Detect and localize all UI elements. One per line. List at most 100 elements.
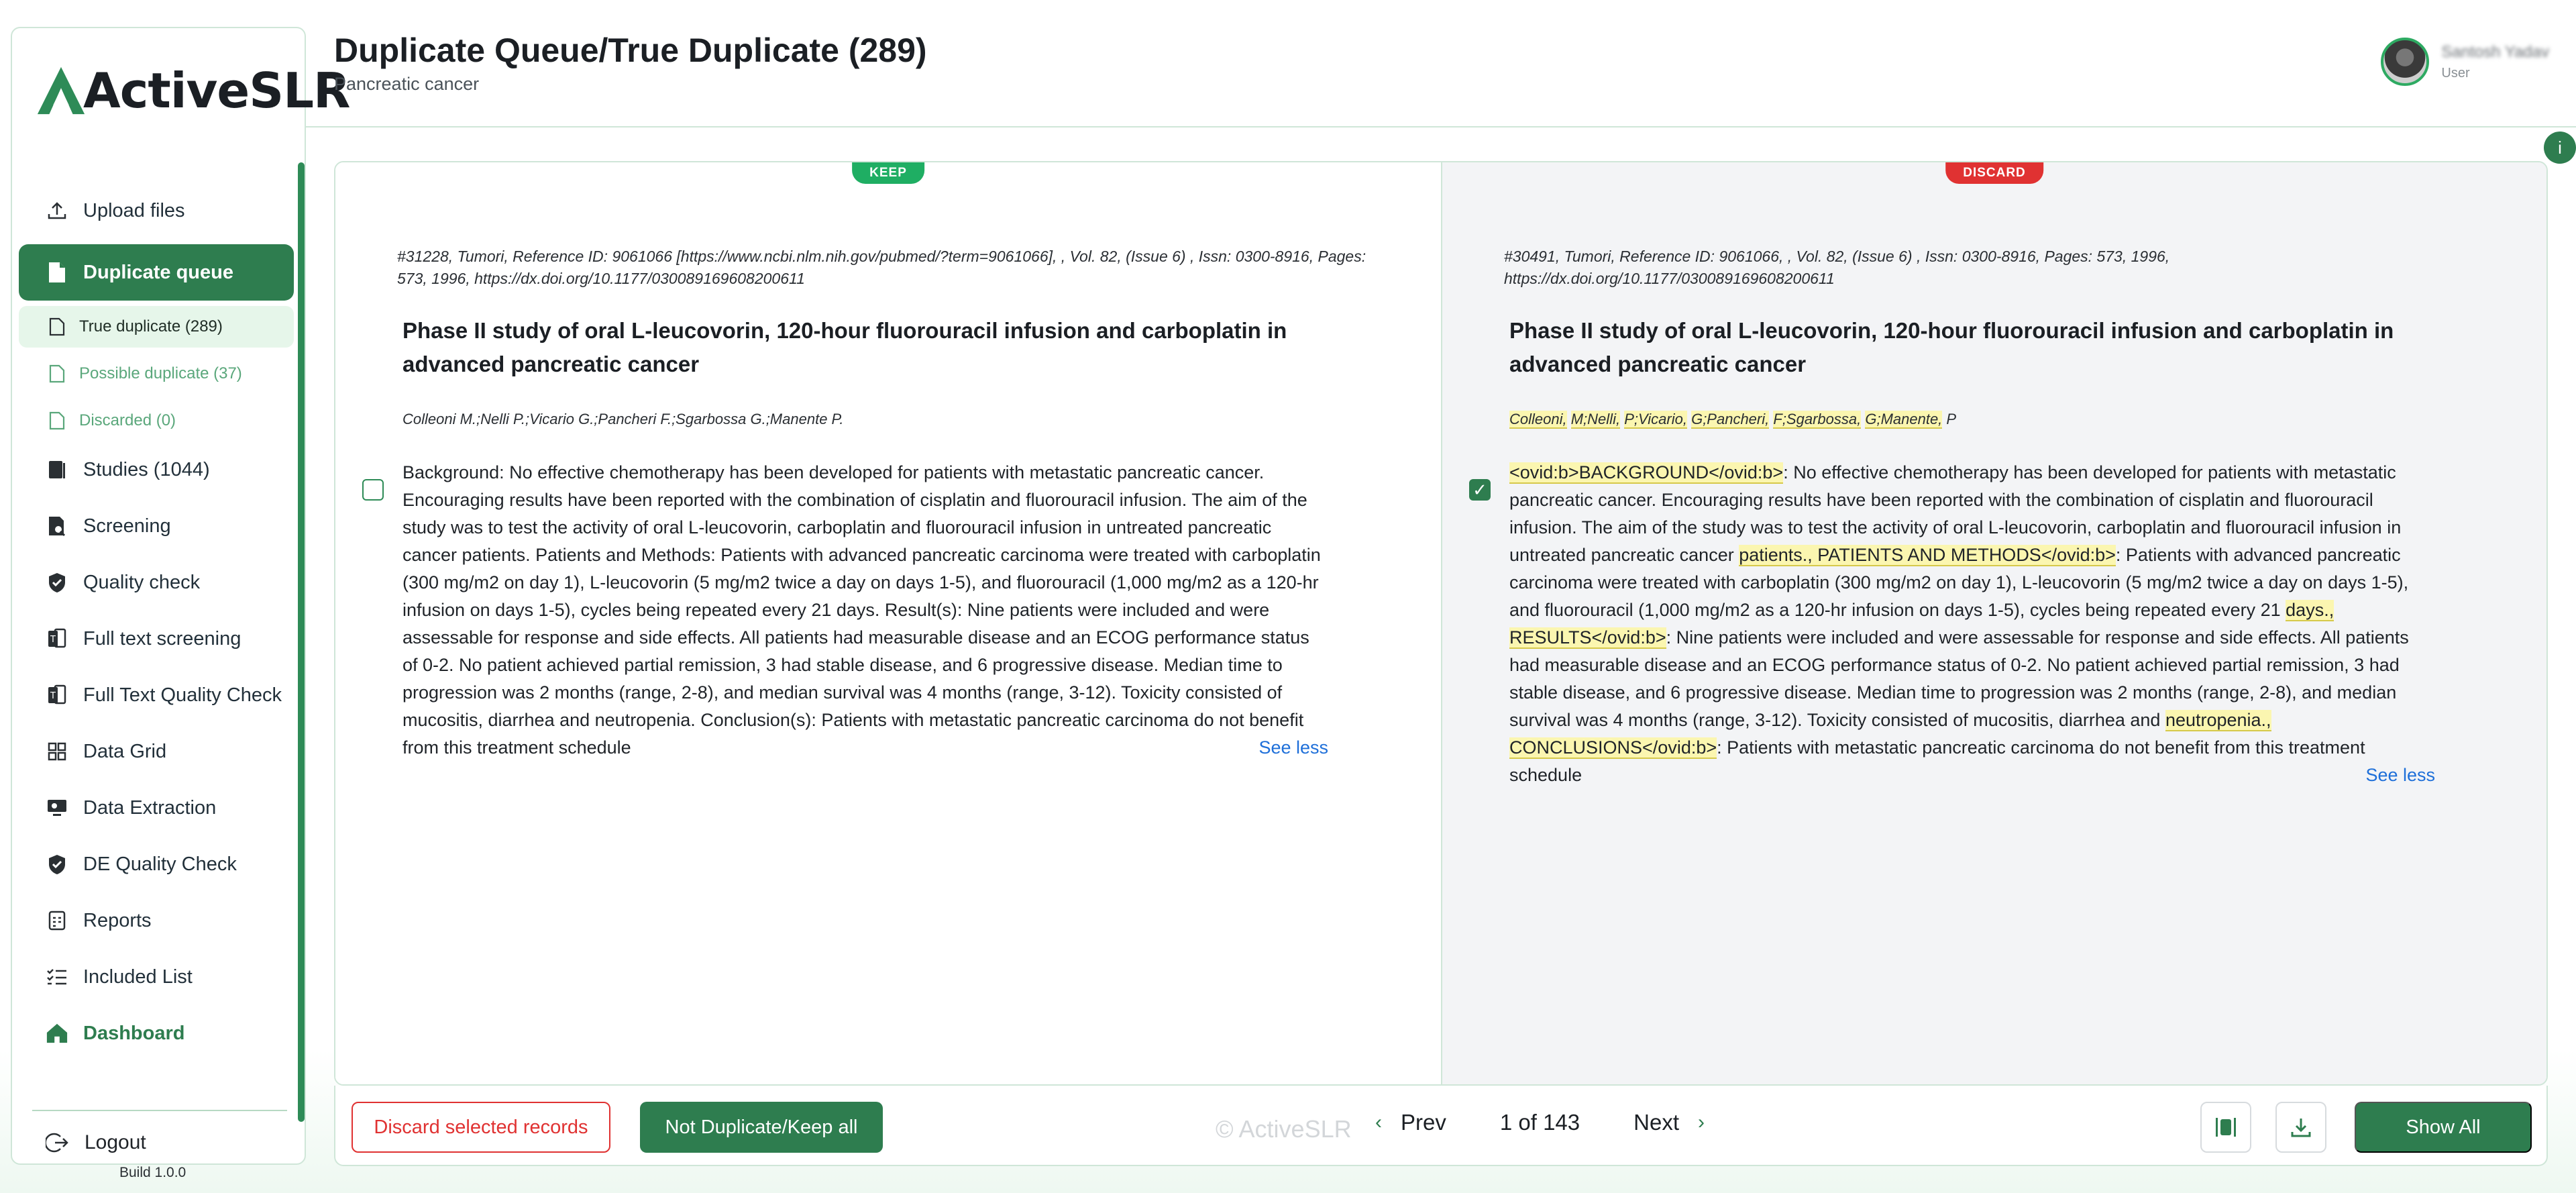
record-title: Phase II study of oral L-leucovorin, 120… [1509,318,2394,376]
sidebar-item-screening[interactable]: Screening [19,498,294,554]
compare-view-button[interactable] [2200,1102,2251,1153]
next-button[interactable]: Next [1633,1110,1679,1135]
shield-check-icon [46,853,68,876]
svg-text:T: T [50,691,56,701]
duplicate-compare-panel: KEEP #31228, Tumori, Reference ID: 90610… [334,161,2548,1086]
record-title: Phase II study of oral L-leucovorin, 120… [402,318,1287,376]
chevron-right-icon[interactable]: › [1691,1111,1711,1134]
sidebar-subitem-label: Discarded (0) [79,411,176,429]
record-abstract: Background: No effective chemotherapy ha… [402,459,1328,762]
sidebar-item-label: Reports [83,909,152,931]
see-less-link[interactable]: See less [2365,762,2435,789]
sidebar-item-label: Upload files [83,199,185,221]
user-menu[interactable]: Santosh Yadav User [2381,38,2549,86]
author-diff: P [1946,411,1957,427]
user-role: User [2441,65,2470,81]
sidebar-item-studies[interactable]: Studies (1044) [19,442,294,498]
sidebar-item-label: DE Quality Check [83,853,237,875]
author-diff: P;Vicario, [1624,411,1687,429]
record-meta: #31228, Tumori, Reference ID: 9061066 [h… [397,248,1366,287]
chevron-left-icon[interactable]: ‹ [1368,1111,1389,1134]
build-version: Build 1.0.0 [119,1165,186,1180]
sidebar-item-de-quality-check[interactable]: DE Quality Check [19,836,294,892]
sidebar-subitem-true-duplicate[interactable]: True duplicate (289) [19,306,294,348]
watermark: © ActiveSLR [1216,1115,1352,1143]
extraction-icon [46,796,68,819]
show-all-button[interactable]: Show All [2355,1102,2532,1153]
checklist-icon [46,966,68,988]
record-pane-keep: KEEP #31228, Tumori, Reference ID: 90610… [335,162,1442,1084]
keep-all-button[interactable]: Not Duplicate/Keep all [640,1102,883,1153]
grid-icon [46,740,68,763]
user-name: Santosh Yadav [2441,42,2549,61]
page-subtitle: Pancreatic cancer [334,74,480,94]
sidebar-item-label: Full text screening [83,627,241,650]
sidebar-divider [32,1110,287,1111]
page-count: 1 of 143 [1499,1110,1580,1135]
sidebar-item-label: Full Text Quality Check [83,684,282,706]
record-select-checkbox[interactable] [362,479,384,501]
sidebar-item-duplicate-queue[interactable]: Duplicate queue [19,244,294,301]
sidebar-item-label: Included List [83,966,193,988]
record-select-checkbox-checked[interactable]: ✓ [1469,479,1491,501]
record-meta: #30491, Tumori, Reference ID: 9061066, ,… [1504,248,2170,287]
author-diff: G;Manente, [1865,411,1943,429]
split-view-icon [2216,1118,2236,1137]
author-diff: G;Pancheri, [1691,411,1770,429]
logo-icon [37,66,85,115]
full-text-quality-icon: T [46,684,68,707]
sidebar-item-label: Data Extraction [83,796,217,819]
author-diff: Colleoni, [1509,411,1567,429]
see-less-link[interactable]: See less [1258,734,1328,762]
discard-selected-button[interactable]: Discard selected records [352,1102,610,1153]
file-icon [46,261,68,284]
file-outline-icon [49,411,65,430]
avatar[interactable] [2381,38,2430,86]
author-diff: M;Nelli, [1570,411,1621,429]
sidebar-item-upload-files[interactable]: Upload files [19,183,294,239]
logout-label: Logout [85,1131,146,1153]
file-outline-icon [49,364,65,383]
sidebar-item-label: Screening [83,515,171,537]
sidebar-item-reports[interactable]: Reports [19,892,294,949]
record-abstract: <ovid:b>BACKGROUND</ovid:b>: No effectiv… [1509,459,2435,789]
record-authors: Colleoni M.;Nelli P.;Vicario G.;Pancheri… [402,411,844,427]
logo: ActiveSLR [35,54,350,127]
abstract-diff: patients., PATIENTS AND METHODS</ovid:b> [1739,545,2116,566]
sidebar-scrollbar[interactable] [298,162,305,1122]
sidebar-subitem-label: Possible duplicate (37) [79,364,242,382]
keep-badge: KEEP [852,162,924,184]
sidebar-nav: Upload files Duplicate queue True duplic… [19,183,294,1061]
sidebar-item-included-list[interactable]: Included List [19,949,294,1005]
sidebar-item-label: Quality check [83,571,201,593]
sidebar-item-full-text-quality-check[interactable]: T Full Text Quality Check [19,667,294,723]
document-search-icon [46,515,68,537]
sidebar-item-dashboard[interactable]: Dashboard [19,1005,294,1061]
pagination: ‹ Prev 1 of 143 Next › [1368,1110,1711,1135]
sidebar-item-quality-check[interactable]: Quality check [19,554,294,611]
record-authors: Colleoni, M;Nelli, P;Vicario, G;Pancheri… [1509,411,1957,429]
discard-badge: DISCARD [1945,162,2043,184]
download-button[interactable] [2275,1102,2326,1153]
abstract-diff: <ovid:b>BACKGROUND</ovid:b> [1509,462,1784,484]
home-icon [46,1022,68,1045]
prev-button[interactable]: Prev [1401,1110,1446,1135]
sidebar-subitem-label: True duplicate (289) [79,317,223,335]
sidebar-item-data-extraction[interactable]: Data Extraction [19,780,294,836]
page-header: Duplicate Queue/True Duplicate (289) Pan… [306,0,2576,127]
logout-icon [44,1131,68,1154]
author-diff: F;Sgarbossa, [1773,411,1862,429]
sidebar-subitem-possible-duplicate[interactable]: Possible duplicate (37) [19,353,294,395]
sidebar-subitem-discarded[interactable]: Discarded (0) [19,400,294,442]
logout-button[interactable]: Logout [44,1118,146,1168]
full-text-icon: T [46,627,68,650]
sidebar-item-data-grid[interactable]: Data Grid [19,723,294,780]
page-title: Duplicate Queue/True Duplicate (289) [334,32,927,69]
sidebar: ActiveSLR Upload files Duplicate queue T… [11,27,350,1180]
report-icon [46,909,68,932]
sidebar-item-full-text-screening[interactable]: T Full text screening [19,611,294,667]
upload-icon [46,199,68,222]
abstract-text: Background: No effective chemotherapy ha… [402,462,1321,758]
info-icon[interactable]: i [2544,132,2576,164]
record-pane-discard: DISCARD #30491, Tumori, Reference ID: 90… [1442,162,2546,1084]
